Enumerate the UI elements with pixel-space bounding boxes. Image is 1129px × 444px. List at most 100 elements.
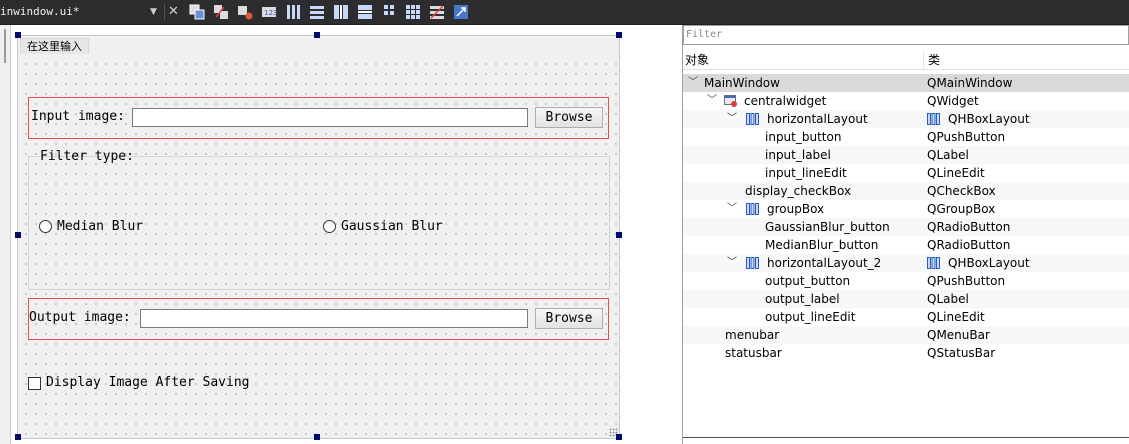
break-layout-icon[interactable] [428, 3, 446, 21]
tree-row[interactable]: statusbar QStatusBar [683, 344, 1129, 362]
resize-handle-top-left[interactable] [15, 32, 21, 38]
resize-handle-left[interactable] [15, 232, 21, 238]
tree-class-name: QMainWindow [927, 76, 1013, 90]
tree-object-name: input_button [765, 130, 842, 144]
collapse-arrow-icon[interactable]: ﹀ [727, 254, 737, 272]
tree-row[interactable]: ﹀ groupBox QGroupBox [683, 200, 1129, 218]
collapse-arrow-icon[interactable]: ﹀ [727, 200, 737, 218]
tree-row[interactable]: input_lineEdit QLineEdit [683, 164, 1129, 182]
tree-object-name: MedianBlur_button [765, 238, 879, 252]
gaussian-blur-radio[interactable] [323, 220, 336, 233]
tree-class-name: QHBoxLayout [948, 112, 1030, 126]
hbox-layout-icon [927, 257, 940, 269]
close-tab-icon[interactable]: ✕ [168, 2, 179, 22]
tree-row[interactable]: ﹀ horizontalLayout_2 QHBoxLayout [683, 254, 1129, 272]
edit-tab-order-icon[interactable]: 123 [260, 3, 278, 21]
collapse-arrow-icon[interactable]: ﹀ [707, 92, 717, 110]
tree-object-name: horizontalLayout [767, 112, 868, 126]
form-editor-canvas: 在这里输入 Input image: Browse Filter type: M… [11, 25, 682, 444]
input-horizontal-layout[interactable]: Input image: Browse [28, 97, 609, 139]
edit-signals-slots-icon[interactable] [212, 3, 230, 21]
tree-object-name: output_label [765, 292, 840, 306]
layout-vertical-icon[interactable] [308, 3, 326, 21]
layout-horizontal-icon[interactable] [284, 3, 302, 21]
tree-object-name: output_lineEdit [765, 310, 856, 324]
tree-row[interactable]: output_button QPushButton [683, 272, 1129, 290]
column-header-class[interactable]: 类 [928, 51, 940, 69]
tree-row[interactable]: input_label QLabel [683, 146, 1129, 164]
main-window-form[interactable]: 在这里输入 Input image: Browse Filter type: M… [17, 35, 620, 439]
object-inspector: Filter 对象 类 ﹀ MainWindow QMainWindow ﹀ c… [683, 25, 1129, 444]
column-header-object[interactable]: 对象 [685, 51, 709, 69]
inspector-filter-input[interactable]: Filter [683, 25, 1129, 45]
tree-class-name: QPushButton [927, 274, 1006, 288]
output-browse-button[interactable]: Browse [535, 308, 603, 329]
layout-form-icon[interactable] [380, 3, 398, 21]
adjust-size-icon[interactable] [452, 3, 470, 21]
tree-row[interactable]: menubar QMenuBar [683, 326, 1129, 344]
input-label: Input image: [31, 109, 125, 124]
tree-row[interactable]: input_button QPushButton [683, 128, 1129, 146]
resize-handle-right[interactable] [616, 232, 622, 238]
hbox-layout-icon [746, 113, 759, 125]
collapse-arrow-icon[interactable]: ﹀ [688, 74, 698, 92]
svg-text:123: 123 [264, 9, 277, 17]
input-browse-button[interactable]: Browse [535, 107, 603, 128]
input-line-edit[interactable] [132, 108, 528, 127]
tree-object-name: GaussianBlur_button [765, 220, 890, 234]
layout-vertical-splitter-icon[interactable] [356, 3, 374, 21]
tree-row[interactable]: output_lineEdit QLineEdit [683, 308, 1129, 326]
tree-row[interactable]: ﹀ MainWindow QMainWindow [683, 74, 1129, 92]
splitter-handle[interactable] [4, 29, 6, 63]
resize-handle-bottom[interactable] [314, 434, 320, 440]
edit-widgets-icon[interactable] [188, 3, 206, 21]
form-menubar: 在这里输入 [18, 36, 619, 55]
tree-class-name: QPushButton [927, 130, 1006, 144]
filter-type-groupbox[interactable]: Filter type: Median Blur Gaussian Blur [28, 149, 610, 290]
tree-class-name: QGroupBox [927, 202, 996, 216]
collapse-arrow-icon[interactable]: ﹀ [727, 110, 737, 128]
resize-handle-top[interactable] [314, 32, 320, 38]
tree-object-name: horizontalLayout_2 [767, 256, 882, 270]
hbox-layout-icon [927, 113, 940, 125]
tree-row[interactable]: MedianBlur_button QRadioButton [683, 236, 1129, 254]
widget-box-edge [0, 25, 11, 444]
file-tab[interactable]: inwindow.ui* [0, 2, 163, 22]
filter-type-title: Filter type: [40, 149, 134, 164]
menu-type-here-entry[interactable]: 在这里输入 [20, 38, 89, 54]
tree-class-name: QStatusBar [927, 346, 996, 360]
resize-handle-bottom-right[interactable] [616, 434, 622, 440]
tree-object-name: groupBox [767, 202, 825, 216]
tree-row[interactable]: GaussianBlur_button QRadioButton [683, 218, 1129, 236]
layout-horizontal-splitter-icon[interactable] [332, 3, 350, 21]
tree-class-name: QHBoxLayout [948, 256, 1030, 270]
tree-row[interactable]: display_checkBox QCheckBox [683, 182, 1129, 200]
tree-object-name: input_label [765, 148, 831, 162]
edit-buddies-icon[interactable] [236, 3, 254, 21]
tree-object-name: centralwidget [744, 94, 827, 108]
tree-row[interactable]: ﹀ horizontalLayout QHBoxLayout [683, 110, 1129, 128]
tree-class-name: QLabel [927, 148, 969, 162]
resize-handle-bottom-left[interactable] [15, 434, 21, 440]
tree-class-name: QWidget [927, 94, 979, 108]
gaussian-blur-label[interactable]: Gaussian Blur [341, 219, 443, 234]
tree-row[interactable]: output_label QLabel [683, 290, 1129, 308]
designer-toolbar: inwindow.ui* ▼ ✕ 123 [0, 0, 1129, 25]
median-blur-label[interactable]: Median Blur [57, 219, 143, 234]
toolbar-separator [164, 4, 165, 20]
tree-class-name: QLineEdit [927, 310, 985, 324]
tree-class-name: QLabel [927, 292, 969, 306]
output-horizontal-layout[interactable]: Output image: Browse [28, 298, 609, 340]
tree-row[interactable]: ﹀ centralwidget QWidget [683, 92, 1129, 110]
output-line-edit[interactable] [140, 309, 528, 328]
display-image-checkbox[interactable] [28, 377, 41, 390]
display-image-checkbox-label[interactable]: Display Image After Saving [46, 375, 250, 390]
resize-handle-top-right[interactable] [616, 32, 622, 38]
layout-grid-icon[interactable] [404, 3, 422, 21]
tree-object-name: input_lineEdit [765, 166, 847, 180]
tree-class-name: QRadioButton [927, 220, 1011, 234]
column-divider[interactable] [923, 51, 924, 69]
tab-dropdown-icon[interactable]: ▼ [150, 3, 157, 21]
hbox-layout-icon [746, 257, 759, 269]
median-blur-radio[interactable] [39, 220, 52, 233]
